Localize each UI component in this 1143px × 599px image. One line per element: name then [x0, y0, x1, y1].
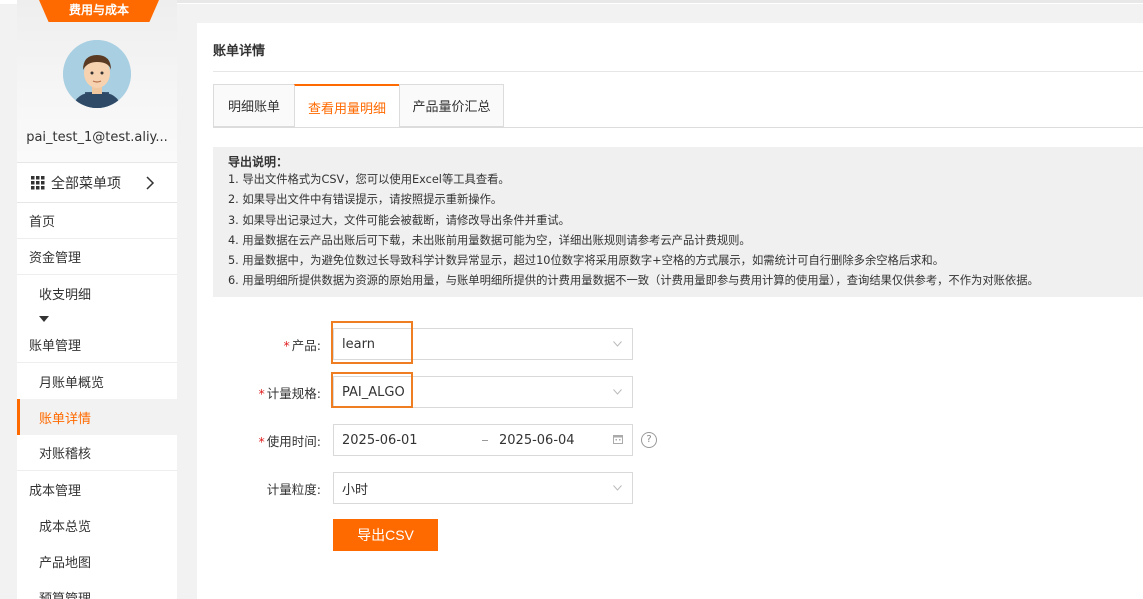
date-separator: [482, 440, 488, 441]
product-label: * 产品:: [171, 335, 321, 354]
tab-bar: 明细账单 查看用量明细 产品量价汇总: [213, 84, 504, 128]
sidebar-item-label: 首页: [29, 215, 56, 230]
granularity-label: 计量粒度:: [171, 479, 321, 498]
date-range-picker[interactable]: 2025-06-01 2025-06-04: [333, 424, 633, 456]
calendar-icon: [613, 435, 623, 444]
spec-highlight: [331, 372, 413, 408]
notice-line: 3. 如果导出记录过大，文件可能会被截断，请修改导出条件并重试。: [228, 213, 570, 227]
product-highlight: [331, 321, 413, 364]
sidebar-item-label: 月账单概览: [39, 375, 105, 391]
time-label: * 使用时间:: [171, 431, 321, 450]
sidebar-item-monthly-overview[interactable]: 月账单概览: [17, 363, 177, 399]
sidebar-item-funds[interactable]: 资金管理: [17, 239, 177, 275]
notice-line: 5. 用量数据中，为避免位数过长导致科学计数异常显示，超过10位数字将采用原数字…: [228, 254, 945, 268]
sidebar-item-label: 对账稽核: [39, 447, 92, 462]
required-mark: *: [258, 433, 265, 449]
tab-usage-detail[interactable]: 查看用量明细: [294, 84, 399, 128]
notice-line: 1. 导出文件格式为CSV，您可以使用Excel等工具查看。: [228, 173, 510, 186]
product-label-text: 产品:: [291, 337, 321, 353]
date-end[interactable]: 2025-06-04: [499, 433, 575, 448]
tabs-divider: [213, 127, 1143, 128]
tab-detail-bill[interactable]: 明细账单: [213, 84, 294, 127]
avatar[interactable]: [63, 40, 131, 108]
export-notice: 导出说明： 1. 导出文件格式为CSV，您可以使用Excel等工具查看。 2. …: [213, 147, 1143, 297]
grid-icon: [31, 175, 45, 189]
sidebar: 费用与成本 pai_test_1@test.aliy... 全部菜单项 首页 资…: [17, 0, 177, 599]
brand-label: 费用与成本: [68, 3, 129, 17]
sidebar-item-budget[interactable]: 预算管理: [17, 579, 177, 599]
caret-down-icon: [39, 316, 49, 322]
sidebar-item-label: 成本管理: [29, 483, 82, 499]
brand-ribbon: 费用与成本: [39, 0, 159, 22]
granularity-row: 计量粒度: 小时: [197, 472, 1143, 504]
granularity-select-value: 小时: [342, 482, 369, 498]
sidebar-item-transactions[interactable]: 收支明细: [17, 275, 177, 311]
chevron-down-icon: [613, 341, 622, 347]
all-menu-label: 全部菜单项: [51, 175, 121, 192]
notice-title: 导出说明：: [228, 155, 289, 169]
title-divider: [213, 71, 1143, 72]
chevron-right-icon: [146, 175, 155, 190]
date-start[interactable]: 2025-06-01: [342, 433, 418, 448]
expand-caret[interactable]: [17, 311, 177, 327]
sidebar-item-label: 产品地图: [39, 555, 92, 571]
account-name[interactable]: pai_test_1@test.aliy...: [17, 130, 177, 145]
help-icon[interactable]: ?: [641, 432, 657, 448]
avatar-icon: [63, 40, 131, 108]
spec-label-text: 计量规格:: [266, 385, 321, 401]
notice-line: 6. 用量明细所提供数据为资源的原始用量，与账单明细所提供的计费用量数据不一致（…: [228, 274, 1039, 288]
sidebar-item-bill-details[interactable]: 账单详情: [17, 399, 177, 435]
sidebar-item-cost-overview[interactable]: 成本总览: [17, 507, 177, 543]
sidebar-item-label: 收支明细: [39, 287, 92, 303]
sidebar-item-label: 资金管理: [29, 251, 82, 266]
page-title: 账单详情: [213, 44, 266, 59]
granularity-label-text: 计量粒度:: [266, 481, 321, 497]
main-panel: 账单详情 明细账单 查看用量明细 产品量价汇总 导出说明： 1. 导出文件格式为…: [197, 23, 1143, 599]
spec-label: * 计量规格:: [171, 383, 321, 402]
sidebar-item-product-map[interactable]: 产品地图: [17, 543, 177, 579]
time-label-text: 使用时间:: [266, 433, 321, 449]
sidebar-item-label: 成本总览: [39, 519, 92, 535]
required-mark: *: [258, 385, 265, 401]
time-row: * 使用时间: 2025-06-01 2025-06-04 ?: [197, 424, 1143, 456]
tab-price-summary[interactable]: 产品量价汇总: [399, 84, 504, 127]
granularity-select[interactable]: 小时: [333, 472, 633, 504]
sidebar-item-label: 账单管理: [29, 339, 82, 354]
notice-line: 2. 如果导出文件中有错误提示，请按照提示重新操作。: [228, 193, 503, 207]
sidebar-item-home[interactable]: 首页: [17, 203, 177, 239]
all-menu-button[interactable]: 全部菜单项: [17, 163, 177, 203]
top-divider: [160, 0, 1143, 3]
chevron-down-icon: [613, 389, 622, 395]
required-mark: *: [283, 337, 290, 353]
sidebar-header: 费用与成本 pai_test_1@test.aliy...: [17, 0, 177, 163]
sidebar-item-reconciliation[interactable]: 对账稽核: [17, 435, 177, 471]
sidebar-item-label: 预算管理: [39, 591, 92, 599]
chevron-down-icon: [613, 485, 622, 491]
sidebar-item-bill-management[interactable]: 账单管理: [17, 327, 177, 363]
sidebar-item-label: 账单详情: [39, 411, 92, 427]
export-csv-button[interactable]: 导出CSV: [333, 519, 438, 551]
sidebar-item-cost-management[interactable]: 成本管理: [17, 471, 177, 507]
notice-line: 4. 用量数据在云产品出账后可下载，未出账前用量数据可能为空，详细出账规则请参考…: [228, 233, 751, 247]
